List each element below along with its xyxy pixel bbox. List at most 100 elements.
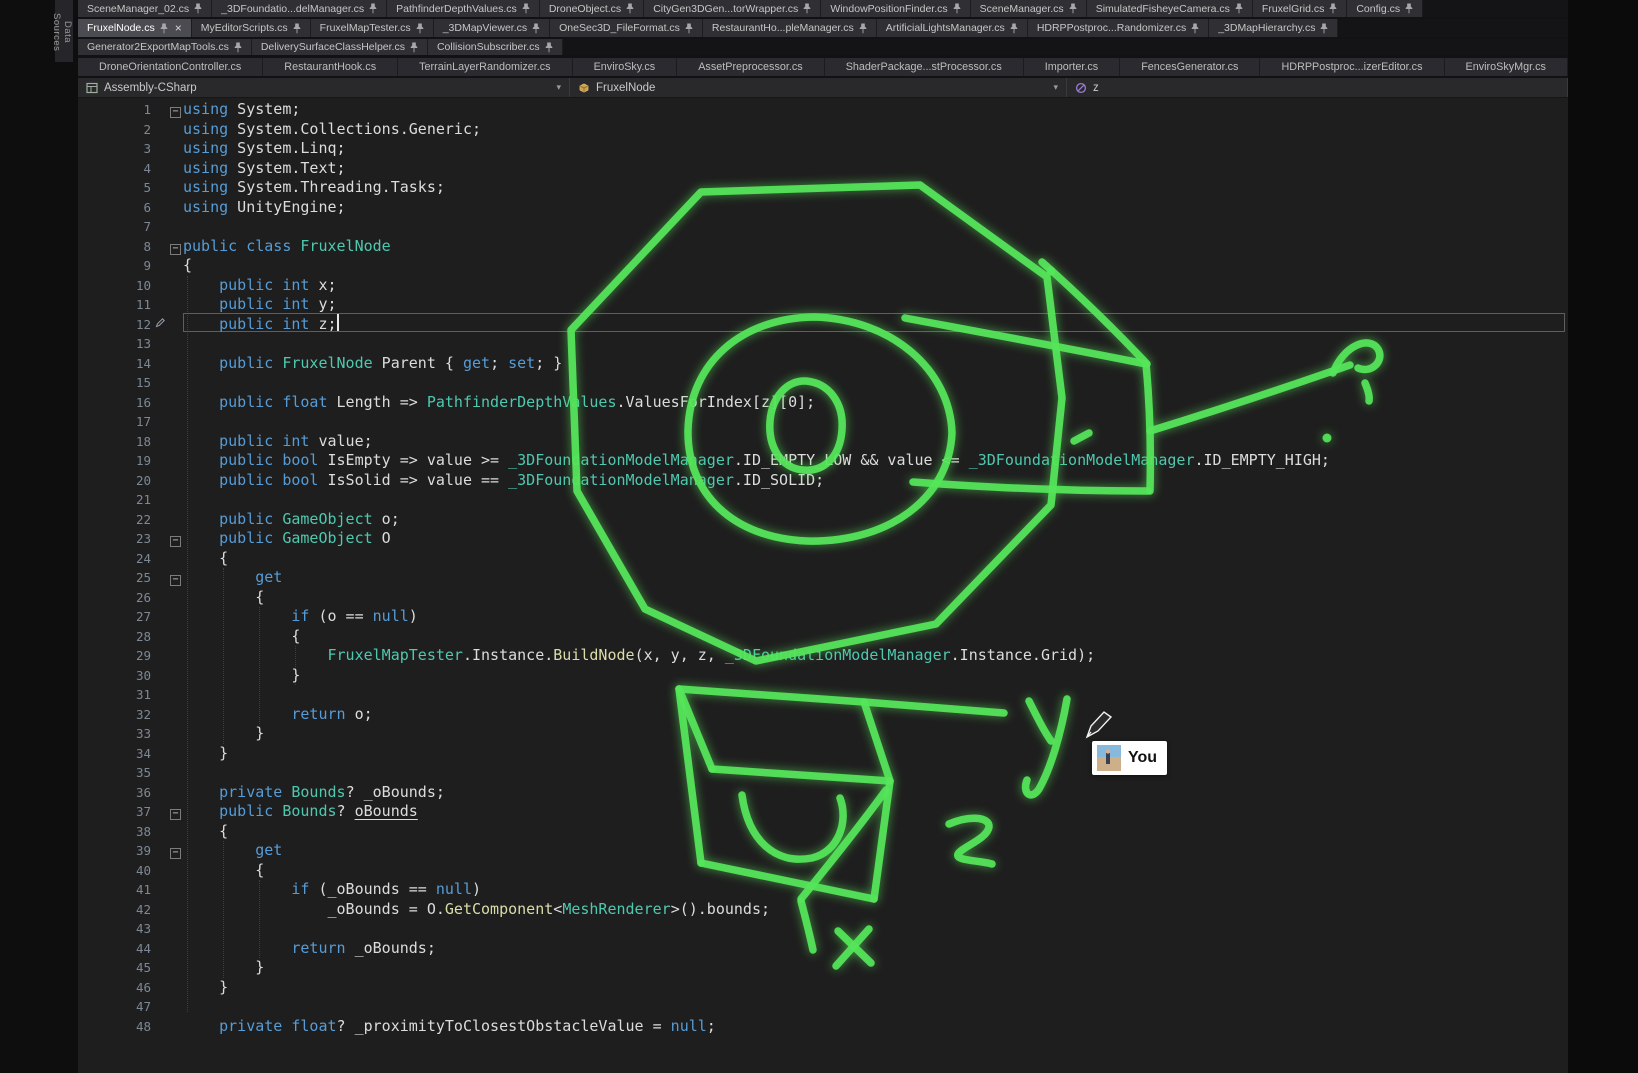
tab-droneorientationcontroller-cs[interactable]: DroneOrientationController.cs xyxy=(78,58,263,76)
pin-icon[interactable] xyxy=(1235,3,1243,14)
pin-icon[interactable] xyxy=(1191,23,1199,34)
line-number[interactable]: 36 xyxy=(78,783,151,803)
pin-icon[interactable] xyxy=(1069,3,1077,14)
line-number[interactable]: 25 xyxy=(78,568,151,588)
code-line-28[interactable]: 28 { xyxy=(78,627,1568,647)
line-number[interactable]: 40 xyxy=(78,861,151,881)
line-number[interactable]: 33 xyxy=(78,724,151,744)
pin-icon[interactable] xyxy=(803,3,811,14)
tab--3dmapviewer-cs[interactable]: _3DMapViewer.cs xyxy=(434,19,550,37)
code-line-48[interactable]: 48 private float? _proximityToClosestObs… xyxy=(78,1017,1568,1037)
line-number[interactable]: 10 xyxy=(78,276,151,296)
code-line-6[interactable]: 6using UnityEngine; xyxy=(78,198,1568,218)
line-number[interactable]: 15 xyxy=(78,373,151,393)
code-line-46[interactable]: 46 } xyxy=(78,978,1568,998)
code-line-43[interactable]: 43 xyxy=(78,919,1568,939)
code-line-24[interactable]: 24 { xyxy=(78,549,1568,569)
type-dropdown[interactable]: FruxelNode ▾ xyxy=(570,78,1067,97)
pin-icon[interactable] xyxy=(953,3,961,14)
code-line-44[interactable]: 44 return _oBounds; xyxy=(78,939,1568,959)
tab-generator2exportmaptools-cs[interactable]: Generator2ExportMapTools.cs xyxy=(78,39,252,55)
line-number[interactable]: 44 xyxy=(78,939,151,959)
tab-scenemanager-02-cs[interactable]: SceneManager_02.cs xyxy=(78,0,212,17)
code-line-38[interactable]: 38 { xyxy=(78,822,1568,842)
code-line-2[interactable]: 2using System.Collections.Generic; xyxy=(78,120,1568,140)
code-content[interactable]: 1−using System;2using System.Collections… xyxy=(78,100,1568,1036)
line-number[interactable]: 28 xyxy=(78,627,151,647)
code-line-1[interactable]: 1−using System; xyxy=(78,100,1568,120)
pin-icon[interactable] xyxy=(369,3,377,14)
tab-deliverysurfaceclasshelper-cs[interactable]: DeliverySurfaceClassHelper.cs xyxy=(252,39,428,55)
tab-enviroskymgr-cs[interactable]: EnviroSkyMgr.cs xyxy=(1445,58,1568,76)
code-line-30[interactable]: 30 } xyxy=(78,666,1568,686)
code-line-19[interactable]: 19 public bool IsEmpty => value >= _3DFo… xyxy=(78,451,1568,471)
line-number[interactable]: 35 xyxy=(78,763,151,783)
line-number[interactable]: 17 xyxy=(78,412,151,432)
code-line-3[interactable]: 3using System.Linq; xyxy=(78,139,1568,159)
line-number[interactable]: 23 xyxy=(78,529,151,549)
code-line-27[interactable]: 27 if (o == null) xyxy=(78,607,1568,627)
tab-envirosky-cs[interactable]: EnviroSky.cs xyxy=(573,58,678,76)
pin-icon[interactable] xyxy=(1010,23,1018,34)
tab-droneobject-cs[interactable]: DroneObject.cs xyxy=(540,0,644,17)
tab-artificiallightsmanager-cs[interactable]: ArtificialLightsManager.cs xyxy=(877,19,1028,37)
code-line-36[interactable]: 36 private Bounds? _oBounds; xyxy=(78,783,1568,803)
fold-toggle[interactable]: − xyxy=(170,536,181,547)
tab-fruxelnode-cs[interactable]: FruxelNode.cs× xyxy=(78,19,192,37)
tab-fencesgenerator-cs[interactable]: FencesGenerator.cs xyxy=(1120,58,1260,76)
tab-simulatedfisheyecamera-cs[interactable]: SimulatedFisheyeCamera.cs xyxy=(1087,0,1253,17)
line-number[interactable]: 4 xyxy=(78,159,151,179)
code-line-41[interactable]: 41 if (_oBounds == null) xyxy=(78,880,1568,900)
tab-importer-cs[interactable]: Importer.cs xyxy=(1024,58,1120,76)
line-number[interactable]: 31 xyxy=(78,685,151,705)
line-number[interactable]: 19 xyxy=(78,451,151,471)
line-number[interactable]: 45 xyxy=(78,958,151,978)
pin-icon[interactable] xyxy=(194,3,202,14)
code-line-9[interactable]: 9{ xyxy=(78,256,1568,276)
fold-toggle[interactable]: − xyxy=(170,107,181,118)
code-line-22[interactable]: 22 public GameObject o; xyxy=(78,510,1568,530)
tab-restauranthook-cs[interactable]: RestaurantHook.cs xyxy=(263,58,398,76)
tab-fruxelgrid-cs[interactable]: FruxelGrid.cs xyxy=(1253,0,1347,17)
code-line-20[interactable]: 20 public bool IsSolid => value == _3DFo… xyxy=(78,471,1568,491)
code-line-29[interactable]: 29 FruxelMapTester.Instance.BuildNode(x,… xyxy=(78,646,1568,666)
pin-icon[interactable] xyxy=(685,23,693,34)
code-line-13[interactable]: 13 xyxy=(78,334,1568,354)
pin-icon[interactable] xyxy=(160,23,168,34)
code-line-47[interactable]: 47 xyxy=(78,997,1568,1017)
line-number[interactable]: 48 xyxy=(78,1017,151,1037)
code-line-34[interactable]: 34 } xyxy=(78,744,1568,764)
line-number[interactable]: 2 xyxy=(78,120,151,140)
code-line-15[interactable]: 15 xyxy=(78,373,1568,393)
fold-toggle[interactable]: − xyxy=(170,575,181,586)
line-number[interactable]: 32 xyxy=(78,705,151,725)
line-number[interactable]: 30 xyxy=(78,666,151,686)
code-line-39[interactable]: 39− get xyxy=(78,841,1568,861)
tab--3dfoundatio-delmanager-cs[interactable]: _3DFoundatio...delManager.cs xyxy=(212,0,387,17)
code-line-26[interactable]: 26 { xyxy=(78,588,1568,608)
line-number[interactable]: 5 xyxy=(78,178,151,198)
line-number[interactable]: 14 xyxy=(78,354,151,374)
line-number[interactable]: 47 xyxy=(78,997,151,1017)
line-number[interactable]: 34 xyxy=(78,744,151,764)
code-line-5[interactable]: 5using System.Threading.Tasks; xyxy=(78,178,1568,198)
line-number[interactable]: 22 xyxy=(78,510,151,530)
tab-fruxelmaptester-cs[interactable]: FruxelMapTester.cs xyxy=(311,19,434,37)
line-number[interactable]: 7 xyxy=(78,217,151,237)
line-number[interactable]: 46 xyxy=(78,978,151,998)
line-number[interactable]: 6 xyxy=(78,198,151,218)
line-number[interactable]: 24 xyxy=(78,549,151,569)
tab-config-cs[interactable]: Config.cs xyxy=(1347,0,1423,17)
line-number[interactable]: 43 xyxy=(78,919,151,939)
pin-icon[interactable] xyxy=(1405,3,1413,14)
pin-icon[interactable] xyxy=(859,23,867,34)
fold-toggle[interactable]: − xyxy=(170,244,181,255)
code-line-45[interactable]: 45 } xyxy=(78,958,1568,978)
pin-icon[interactable] xyxy=(545,42,553,53)
code-line-8[interactable]: 8−public class FruxelNode xyxy=(78,237,1568,257)
pin-icon[interactable] xyxy=(416,23,424,34)
tab-terrainlayerrandomizer-cs[interactable]: TerrainLayerRandomizer.cs xyxy=(398,58,572,76)
tab-collisionsubscriber-cs[interactable]: CollisionSubscriber.cs xyxy=(428,39,563,55)
project-dropdown[interactable]: Assembly-CSharp ▾ xyxy=(78,78,570,97)
tab-onesec3d-fileformat-cs[interactable]: OneSec3D_FileFormat.cs xyxy=(550,19,703,37)
